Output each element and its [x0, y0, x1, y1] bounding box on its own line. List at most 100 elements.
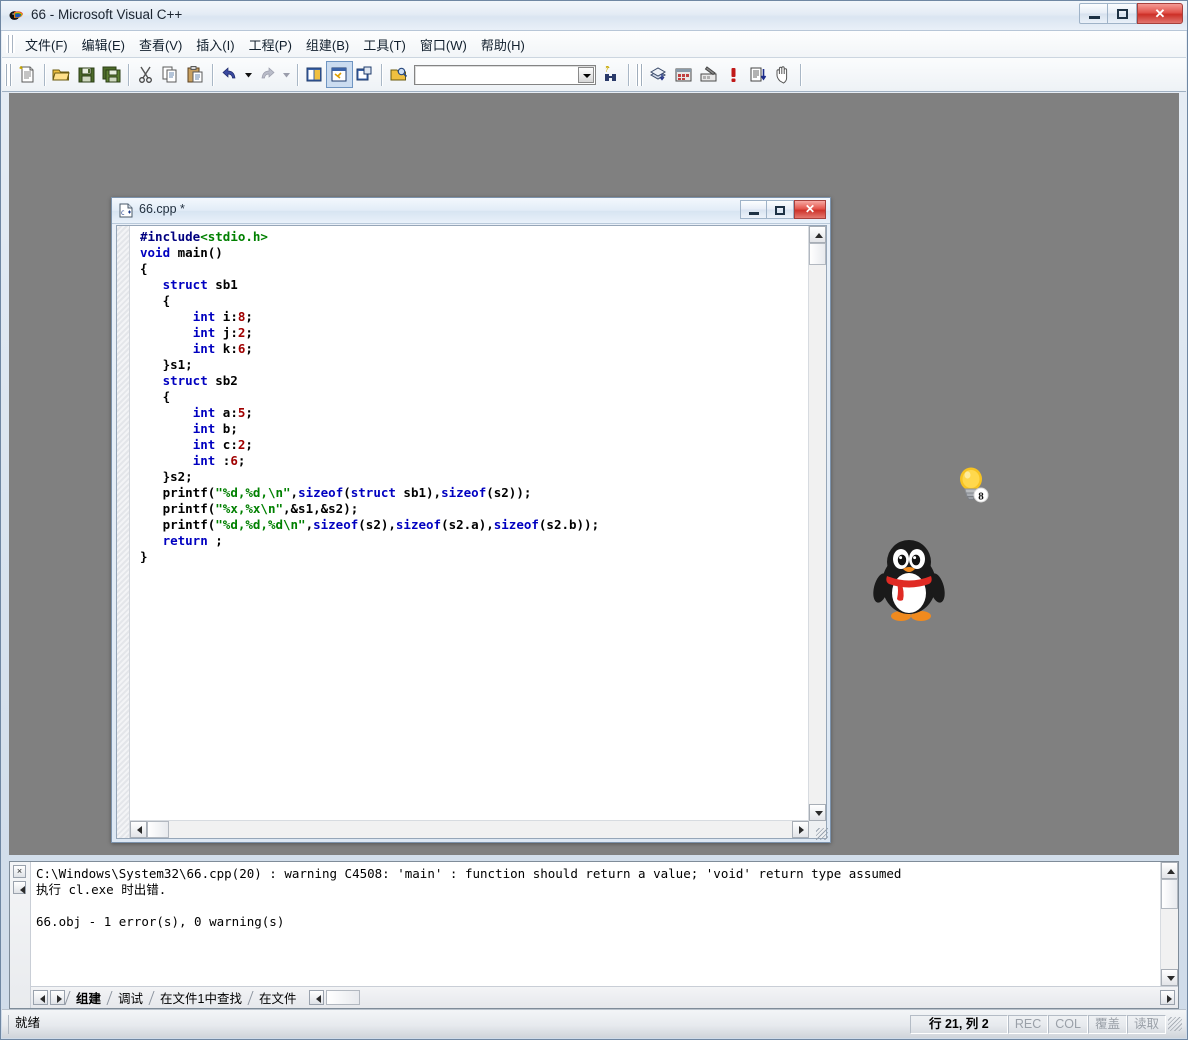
- menu-insert[interactable]: 插入(I): [189, 32, 241, 57]
- svg-text:?: ?: [605, 67, 609, 74]
- vertical-scroll-thumb[interactable]: [809, 243, 826, 265]
- toolbar-grip-build[interactable]: [636, 63, 643, 86]
- code-line: printf("%d,%d,%d\n",sizeof(s2),sizeof(s2…: [140, 517, 600, 532]
- menu-grip[interactable]: [6, 35, 15, 53]
- menu-project[interactable]: 工程(P): [242, 32, 299, 57]
- menu-window[interactable]: 窗口(W): [413, 32, 474, 57]
- editor-gutter[interactable]: [117, 226, 130, 838]
- editor-horizontal-scrollbar[interactable]: [130, 820, 809, 838]
- tab-build[interactable]: 组建: [68, 987, 109, 1008]
- compile-icon[interactable]: [646, 62, 671, 87]
- code-line: void main(): [140, 245, 223, 260]
- code-line: }s1;: [140, 357, 193, 372]
- output-scroll-down-button[interactable]: [1161, 969, 1178, 986]
- find-combo[interactable]: [414, 64, 596, 85]
- code-line: int j:2;: [192, 325, 253, 340]
- go-debug-icon[interactable]: [746, 62, 771, 87]
- tab-overflow-left-button[interactable]: [308, 990, 324, 1005]
- tab-scroll-right-button[interactable]: [50, 990, 65, 1005]
- scroll-right-button[interactable]: [792, 821, 809, 838]
- tab-overflow-right-button[interactable]: [1160, 990, 1175, 1005]
- new-file-icon[interactable]: [15, 62, 40, 87]
- qq-penguin-icon[interactable]: [871, 536, 947, 624]
- output-line: C:\Windows\System32\66.cpp(20) : warning…: [36, 866, 902, 881]
- menu-help[interactable]: 帮助(H): [474, 32, 532, 57]
- insert-breakpoint-icon[interactable]: [771, 62, 796, 87]
- watch-toggle-icon[interactable]: [352, 62, 377, 87]
- caret-position: 行 21, 列 2: [909, 1014, 1008, 1034]
- title-bar: 66 - Microsoft Visual C++ ✕: [1, 1, 1187, 31]
- menu-file[interactable]: 文件(F): [18, 32, 75, 57]
- redo-icon[interactable]: [255, 62, 280, 87]
- bulb-badge-count: 8: [978, 491, 984, 503]
- cut-icon[interactable]: [133, 62, 158, 87]
- editor-pane: #include<stdio.h> void main() { struct sb1…: [116, 225, 827, 839]
- code-line: #include<stdio.h>: [140, 229, 268, 244]
- status-bar: 就绪 行 21, 列 2 REC COL 覆盖 读取: [2, 1009, 1186, 1038]
- workspace-toggle-icon[interactable]: [302, 62, 327, 87]
- stop-build-icon[interactable]: [696, 62, 721, 87]
- undo-icon[interactable]: [217, 62, 242, 87]
- output-close-icon[interactable]: ×: [13, 865, 26, 878]
- output-scroll-thumb[interactable]: [1161, 879, 1178, 909]
- svg-text:C: C: [121, 210, 125, 217]
- redo-dropdown-icon[interactable]: [280, 62, 293, 87]
- find-in-files-icon[interactable]: [386, 62, 411, 87]
- editor-title-bar: C 66.cpp * ✕: [112, 198, 830, 224]
- output-vertical-scrollbar[interactable]: [1160, 862, 1178, 986]
- menu-view[interactable]: 查看(V): [132, 32, 189, 57]
- code-line: {: [140, 293, 171, 308]
- output-toggle-icon[interactable]: [326, 61, 353, 88]
- paste-icon[interactable]: [183, 62, 208, 87]
- find-binoculars-icon[interactable]: ?: [599, 62, 624, 87]
- editor-window: C 66.cpp * ✕ #include<stdio.h> void main(…: [111, 197, 831, 843]
- scroll-left-button[interactable]: [130, 821, 147, 838]
- editor-resize-grip[interactable]: [816, 828, 828, 840]
- chevron-down-icon[interactable]: [578, 66, 594, 83]
- status-readonly: 读取: [1126, 1014, 1166, 1034]
- menu-bar: 文件(F) 编辑(E) 查看(V) 插入(I) 工程(P) 组建(B) 工具(T…: [2, 31, 1186, 58]
- output-gutter: ×: [10, 862, 31, 1008]
- save-icon[interactable]: [74, 62, 99, 87]
- code-line: int c:2;: [192, 437, 253, 452]
- execute-program-icon[interactable]: [721, 62, 746, 87]
- maximize-button[interactable]: [767, 200, 794, 219]
- save-all-icon[interactable]: [99, 62, 124, 87]
- open-file-icon[interactable]: [49, 62, 74, 87]
- code-line: }: [140, 549, 148, 564]
- editor-window-controls: ✕: [740, 200, 826, 219]
- code-line: printf("%x,%x\n",&s1,&s2);: [140, 501, 359, 516]
- status-resize-grip[interactable]: [1168, 1017, 1182, 1031]
- lightbulb-icon[interactable]: 8: [955, 465, 989, 505]
- maximize-button[interactable]: [1108, 3, 1137, 24]
- scroll-up-button[interactable]: [809, 226, 826, 243]
- build-icon[interactable]: [671, 62, 696, 87]
- menu-tools[interactable]: 工具(T): [356, 32, 413, 57]
- copy-icon[interactable]: [158, 62, 183, 87]
- code-line: return ;: [162, 533, 223, 548]
- code-line: struct sb1: [162, 277, 238, 292]
- tab-scroll-thumb[interactable]: [325, 990, 360, 1005]
- scroll-down-button[interactable]: [809, 804, 826, 821]
- tab-find-in-files-2[interactable]: 在文件: [251, 987, 305, 1008]
- editor-vertical-scrollbar[interactable]: [808, 226, 826, 821]
- output-scroll-up-button[interactable]: [1161, 862, 1178, 879]
- code-text[interactable]: #include<stdio.h> void main() { struct sb1…: [130, 226, 809, 821]
- undo-dropdown-icon[interactable]: [242, 62, 255, 87]
- main-window: 66 - Microsoft Visual C++ ✕ 文件(F) 编辑(E) …: [0, 0, 1188, 1040]
- output-prev-icon[interactable]: [13, 881, 26, 894]
- code-line: {: [140, 389, 171, 404]
- minimize-button[interactable]: [1079, 3, 1108, 24]
- code-line: int a:5;: [192, 405, 253, 420]
- horizontal-scroll-thumb[interactable]: [147, 821, 169, 838]
- output-text[interactable]: C:\Windows\System32\66.cpp(20) : warning…: [31, 862, 1160, 986]
- tab-scroll-left-button[interactable]: [33, 990, 48, 1005]
- close-button[interactable]: ✕: [794, 200, 826, 219]
- close-button[interactable]: ✕: [1137, 3, 1183, 24]
- tab-find-in-files-1[interactable]: 在文件1中查找: [152, 987, 250, 1008]
- tab-debug[interactable]: 调试: [110, 987, 151, 1008]
- menu-build[interactable]: 组建(B): [299, 32, 356, 57]
- minimize-button[interactable]: [740, 200, 767, 219]
- menu-edit[interactable]: 编辑(E): [75, 32, 132, 57]
- toolbar-grip-standard[interactable]: [5, 63, 12, 86]
